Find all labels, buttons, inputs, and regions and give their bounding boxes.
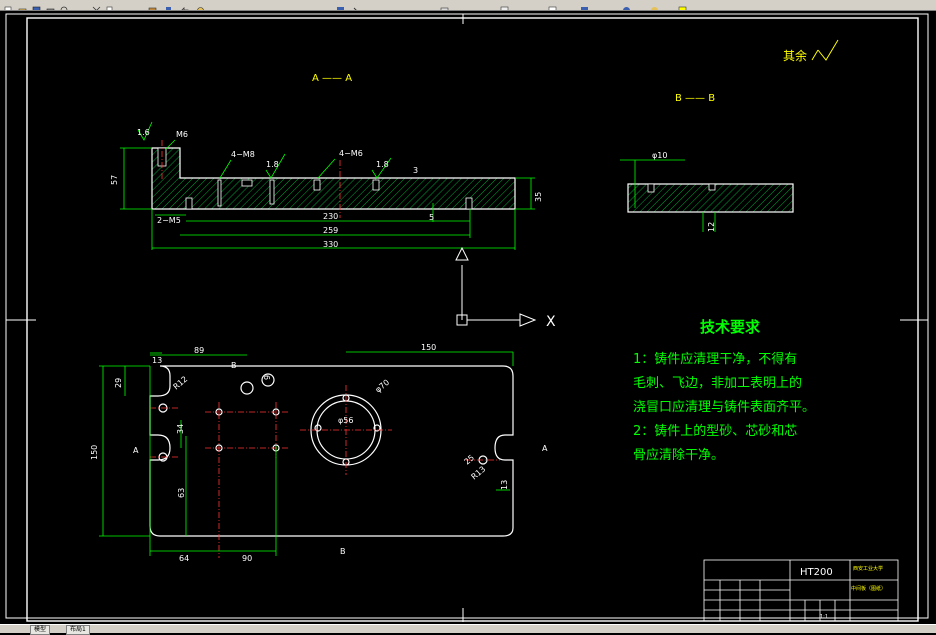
svg-text:5: 5 — [429, 213, 434, 222]
svg-text:9: 9 — [263, 375, 272, 380]
svg-text:B: B — [340, 547, 346, 556]
drawing-canvas[interactable]: 其余 A —— A B —— B 1.6 M6 4−M8 4−M6 1.8 1.… — [0, 10, 936, 624]
svg-text:φ10: φ10 — [652, 151, 667, 160]
undo-icon[interactable] — [180, 0, 190, 10]
school-label: 西安工业大学 — [853, 565, 883, 572]
svg-text:64: 64 — [179, 554, 189, 563]
technical-notes: 技术要求 1：铸件应清理干净，不得有 毛刺、飞边，非加工表明上的 浇冒口应清理与… — [633, 318, 815, 463]
print-icon[interactable] — [46, 0, 56, 10]
tab-model[interactable]: 模型 — [30, 625, 51, 635]
pan-icon[interactable] — [258, 0, 268, 9]
copy-icon[interactable] — [106, 0, 116, 10]
svg-text:150: 150 — [90, 445, 99, 460]
layer-icon[interactable] — [650, 0, 660, 10]
zoom-previous-icon[interactable] — [440, 0, 450, 10]
svg-text:3: 3 — [413, 166, 418, 175]
svg-text:2−M5: 2−M5 — [157, 216, 181, 225]
svg-text:13: 13 — [152, 356, 162, 365]
svg-text:φ56: φ56 — [338, 416, 353, 425]
help-icon[interactable] — [622, 0, 632, 10]
svg-text:B: B — [231, 361, 237, 370]
svg-text:89: 89 — [194, 346, 204, 355]
linetype-icon[interactable] — [700, 0, 710, 9]
roughness-symbol — [811, 39, 839, 61]
new-icon[interactable] — [4, 0, 14, 10]
svg-text:1.8: 1.8 — [376, 160, 389, 169]
svg-text:12: 12 — [707, 222, 716, 232]
color-icon[interactable] — [678, 0, 688, 10]
plan-view — [149, 365, 514, 537]
svg-text:4−M6: 4−M6 — [339, 149, 363, 158]
redo-icon[interactable] — [196, 0, 206, 10]
section-a-view — [151, 140, 516, 218]
svg-text:90: 90 — [242, 554, 252, 563]
svg-text:13: 13 — [500, 480, 509, 490]
svg-text:29: 29 — [114, 378, 123, 388]
properties-icon[interactable] — [500, 0, 510, 10]
svg-text:330: 330 — [323, 240, 338, 249]
svg-text:259: 259 — [323, 226, 338, 235]
save-icon[interactable] — [32, 0, 42, 10]
scale-label: 1:1 — [820, 614, 828, 620]
zoom-window-icon[interactable] — [352, 0, 362, 10]
svg-text:X: X — [546, 314, 556, 330]
section-a-title: A —— A — [312, 73, 352, 84]
paste-icon[interactable] — [148, 0, 158, 10]
part-name-label: 中间板（图纸） — [851, 585, 886, 592]
svg-text:35: 35 — [534, 192, 543, 202]
title-block: HT200 西安工业大学 中间板（图纸） 1:1 — [703, 559, 899, 622]
svg-text:A: A — [542, 444, 548, 453]
design-center-icon[interactable] — [548, 0, 558, 10]
svg-text:1.8: 1.8 — [266, 160, 279, 169]
notes-line-5: 骨应清除干净。 — [633, 447, 724, 463]
svg-text:63: 63 — [177, 488, 186, 498]
svg-text:R12: R12 — [172, 375, 190, 392]
svg-text:1.6: 1.6 — [137, 128, 150, 137]
ucs-icon: X — [455, 246, 556, 330]
svg-text:M6: M6 — [176, 130, 188, 139]
svg-text:57: 57 — [110, 175, 119, 185]
svg-text:150: 150 — [421, 343, 436, 352]
svg-text:4−M8: 4−M8 — [231, 150, 255, 159]
tool-palette-icon[interactable] — [580, 0, 590, 10]
notes-title: 技术要求 — [700, 318, 761, 336]
roughness-note: 其余 — [783, 48, 807, 63]
zoom-icon[interactable] — [336, 0, 346, 10]
notes-line-1: 1：铸件应清理干净，不得有 — [633, 351, 797, 367]
section-b-view: φ10 12 — [620, 151, 794, 232]
notes-line-2: 毛刺、飞边，非加工表明上的 — [633, 375, 802, 391]
svg-text:230: 230 — [323, 212, 338, 221]
svg-text:φ70: φ70 — [374, 378, 392, 395]
svg-text:25: 25 — [463, 453, 477, 466]
notes-line-3: 浇冒口应清理与铸件表面齐平。 — [633, 399, 815, 415]
cut-icon[interactable] — [92, 0, 102, 10]
open-icon[interactable] — [18, 0, 28, 10]
plan-centerlines — [150, 385, 500, 558]
material-label: HT200 — [800, 567, 833, 578]
svg-text:R13: R13 — [470, 465, 488, 482]
tab-layout[interactable]: 布局1 — [66, 625, 90, 635]
notes-line-4: 2：铸件上的型砂、芯砂和芯 — [633, 423, 797, 439]
section-b-title: B —— B — [675, 93, 715, 104]
svg-text:A: A — [133, 446, 139, 455]
svg-text:34: 34 — [176, 424, 185, 434]
match-icon[interactable] — [164, 0, 174, 10]
preview-icon[interactable] — [60, 0, 70, 10]
